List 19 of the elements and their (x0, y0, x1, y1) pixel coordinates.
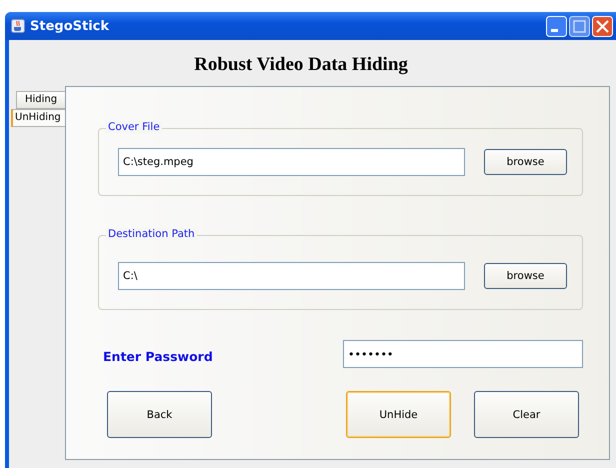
browse-button[interactable]: browse (484, 263, 567, 289)
maximize-icon[interactable] (569, 16, 590, 36)
app-heading: Robust Video Data Hiding (193, 53, 409, 77)
action-button[interactable]: Back (107, 391, 212, 438)
tab[interactable]: UnHiding (11, 109, 65, 127)
path-field[interactable]: C:\ (118, 262, 465, 290)
action-button[interactable]: Clear (474, 391, 579, 438)
cup-icon (11, 19, 25, 33)
group-title: Destination Path (106, 228, 197, 240)
close-icon[interactable] (592, 16, 613, 36)
minimize-icon[interactable] (546, 16, 567, 36)
tab[interactable]: Hiding (16, 91, 65, 109)
path-field[interactable]: C:\steg.mpeg (118, 148, 465, 176)
password-label: Enter Password (103, 349, 213, 364)
group-title: Cover File (106, 121, 162, 133)
action-button[interactable]: UnHide (346, 391, 451, 438)
window-title: StegoStick (30, 18, 110, 34)
password-field[interactable]: ••••••• (343, 340, 583, 368)
browse-button[interactable]: browse (484, 149, 567, 175)
